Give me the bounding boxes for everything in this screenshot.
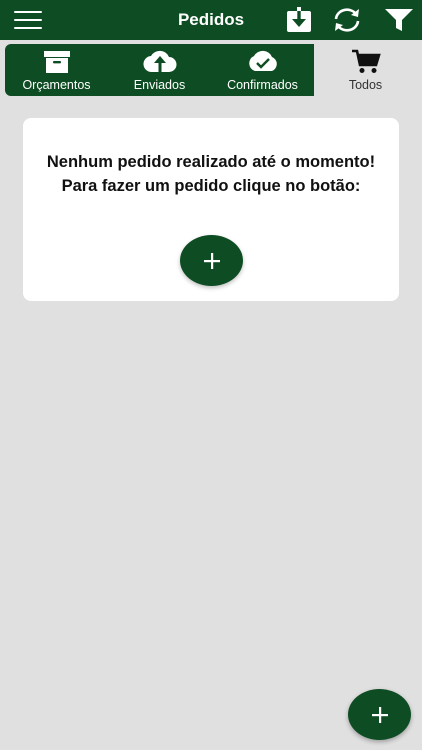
- tab-label: Orçamentos: [22, 78, 91, 92]
- tab-label: Enviados: [133, 78, 186, 92]
- tab-confirmados[interactable]: Confirmados: [211, 44, 314, 96]
- archive-box-icon: [43, 49, 71, 75]
- tab-orcamentos[interactable]: Orçamentos: [5, 44, 108, 96]
- empty-state-message: Nenhum pedido realizado até o momento! P…: [46, 153, 376, 195]
- cloud-check-icon: [246, 49, 280, 75]
- tab-todos[interactable]: Todos: [314, 44, 417, 96]
- add-order-button[interactable]: [180, 235, 243, 286]
- menu-icon[interactable]: [14, 11, 42, 29]
- tab-enviados[interactable]: Enviados: [108, 44, 211, 96]
- sync-icon[interactable]: [330, 5, 364, 35]
- tab-label: Todos: [348, 78, 383, 92]
- page-title: Pedidos: [177, 10, 245, 29]
- plus-icon: [371, 706, 388, 723]
- download-icon[interactable]: [282, 5, 316, 35]
- floating-add-button[interactable]: [348, 689, 411, 740]
- top-bar: Pedidos: [0, 0, 422, 40]
- cloud-upload-icon: [142, 49, 177, 75]
- empty-state-card: Nenhum pedido realizado até o momento! P…: [23, 118, 399, 301]
- filter-icon[interactable]: [382, 5, 416, 35]
- app-screen: Pedidos Orçamentos Enviados Confirmados …: [0, 0, 422, 750]
- tab-label: Confirmados: [227, 78, 298, 92]
- cart-icon: [351, 49, 381, 75]
- plus-icon: [203, 252, 220, 269]
- order-status-tabs: Orçamentos Enviados Confirmados Todos: [5, 44, 417, 96]
